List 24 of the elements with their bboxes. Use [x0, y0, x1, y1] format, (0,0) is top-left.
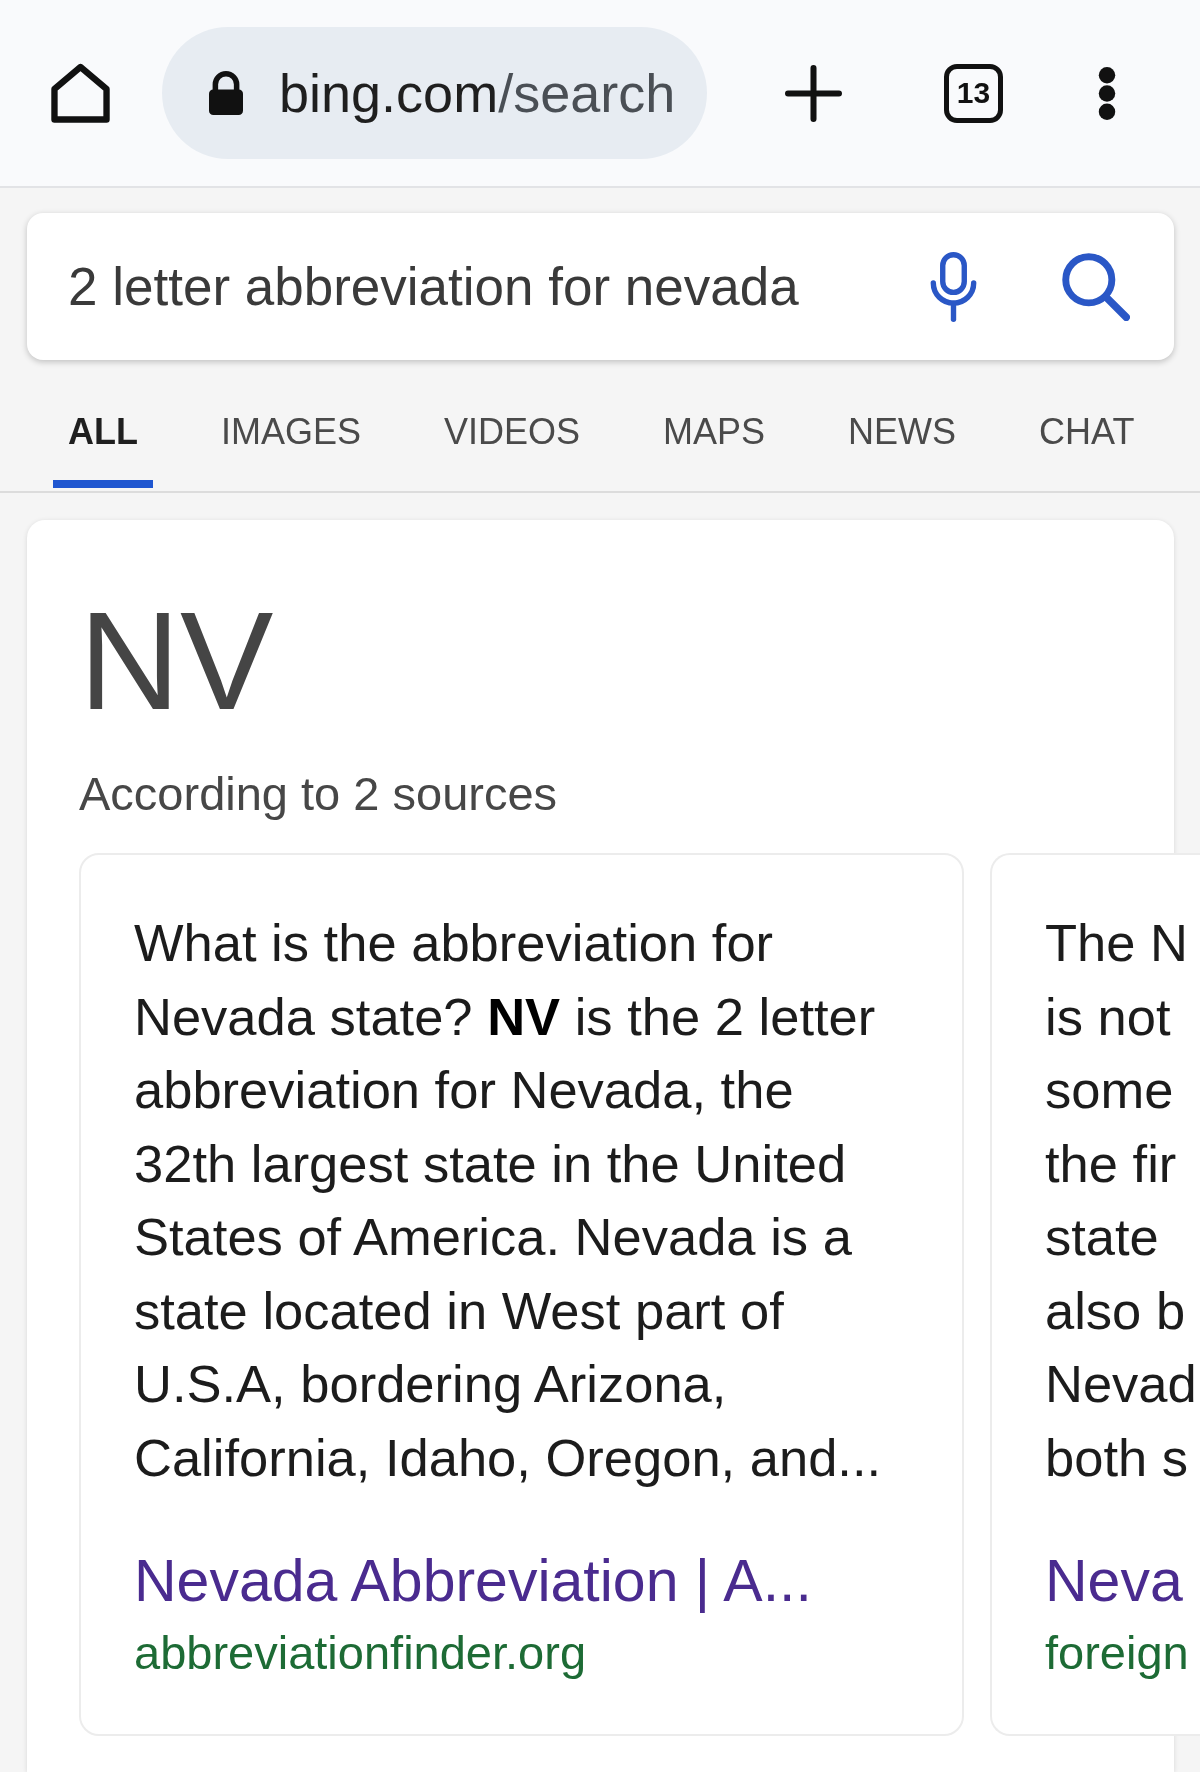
- url-text: bing.com/search: [279, 61, 676, 125]
- search-tab[interactable]: CHAT: [1024, 388, 1150, 488]
- lock-icon: [209, 71, 243, 115]
- search-field[interactable]: 2 letter abbreviation for nevada: [68, 254, 903, 319]
- search-tab[interactable]: NEWS: [833, 388, 972, 488]
- search-icon[interactable]: [1062, 252, 1130, 321]
- tab-switcher-button[interactable]: 13: [944, 63, 1003, 123]
- answer-subtitle: According to 2 sources: [79, 766, 558, 822]
- snippet-text: The N is not some the fir state also b Nevad both s: [1045, 912, 1197, 1489]
- plus-icon[interactable]: [785, 64, 842, 122]
- search-tab[interactable]: MAPS: [648, 388, 781, 488]
- result-link[interactable]: Neva: [1045, 1546, 1183, 1616]
- result-link[interactable]: Nevada Abbreviation | A...: [134, 1546, 812, 1616]
- snippet-text: What is the abbreviation for Nevada state? NV is the 2 letter abbreviation for Nevada, the 32th largest state in the United States of America. Nevada is a state located in West part of U.S.A, bordering Arizona, California, Idaho, Oregon, and...: [134, 912, 883, 1489]
- more-menu-icon[interactable]: [1098, 66, 1116, 120]
- answer-title: NV: [79, 591, 274, 731]
- search-tab[interactable]: IMAGES: [206, 388, 376, 488]
- result-domain: foreign: [1045, 1625, 1189, 1681]
- result-domain: abbreviationfinder.org: [134, 1625, 587, 1681]
- search-bar[interactable]: 2 letter abbreviation for nevada: [27, 213, 1174, 360]
- address-bar[interactable]: bing.com/search: [162, 27, 707, 159]
- home-icon[interactable]: [51, 63, 110, 123]
- search-tab[interactable]: ALL: [53, 388, 153, 488]
- search-tab[interactable]: VIDEOS: [429, 388, 596, 488]
